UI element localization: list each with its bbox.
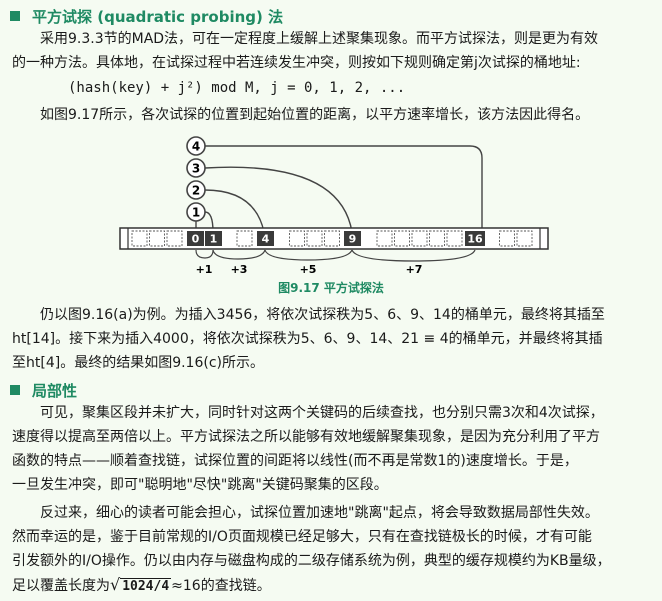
bucket-label: 0 — [192, 233, 200, 246]
paragraph-line: ht[14]。接下来为插入4000，将依次试探秩为5、6、9、14、21 ≡ 4… — [12, 331, 603, 347]
paragraph-line-last: 足以覆盖长度为√ 1024/4 ≈16的查找链。 — [12, 574, 658, 598]
increment-brace-1 — [195, 249, 214, 259]
quadratic-probing-figure: 4 3 2 1 0 1 4 9 16 +1 +3 +5 +7 — [119, 136, 549, 276]
paragraph-line: 仍以图9.16(a)为例。为插入3456，将依次试探秩为5、6、9、14的桶单元… — [40, 307, 605, 323]
paragraph-line: 如图9.17所示，各次试探的位置到起始位置的距离，以平方速率增长，该方法因此得名… — [40, 107, 590, 123]
bucket-cell-16: 16 — [465, 231, 485, 246]
square-bullet-icon — [10, 385, 20, 395]
paragraph-line: 然而幸运的是，鉴于目前常规的I/O页面规模已经足够大，只有在查找链极长的时候，才… — [12, 529, 592, 545]
probe-circle-label: 3 — [192, 162, 200, 176]
paragraph-line: 的一种方法。具体地，在试探过程中若连续发生冲突，则按如下规则确定第j次试探的桶地… — [12, 55, 581, 71]
increment-label: +3 — [231, 263, 248, 276]
bucket-label: 1 — [210, 233, 218, 246]
probe-circle-label: 2 — [192, 184, 200, 198]
figure-caption: 图9.17 平方试探法 — [278, 281, 384, 295]
bucket-label: 9 — [349, 233, 357, 246]
square-bullet-icon — [10, 11, 20, 21]
paragraph-line: 引发额外的I/O操作。仍以由内存与磁盘构成的二级存储系统为例，典型的缓存规模约为… — [12, 553, 611, 569]
probe-formula: (hash(key) + j²) mod M, j = 0, 1, 2, ... — [68, 80, 406, 96]
paragraph-line: 速度得以提高至两倍以上。平方试探法之所以能够有效地缓解聚集现象，是因为充分利用了… — [12, 429, 600, 445]
increment-label: +7 — [406, 263, 423, 276]
arc-probe-4 — [205, 145, 483, 232]
sqrt-expression: 1024/4 — [120, 578, 172, 594]
text-prefix: 足以覆盖长度为 — [12, 578, 110, 594]
probe-circle-4: 4 — [186, 136, 206, 156]
bucket-cell-1: 1 — [205, 231, 222, 246]
paragraph-line: 可见，聚集区段并未扩大，同时针对这两个关键码的后续查找，也分别只需3次和4次试探… — [40, 405, 604, 421]
arc-probe-3 — [204, 166, 353, 233]
bucket-label: 16 — [467, 233, 483, 246]
heading-text: 局部性 — [32, 382, 78, 400]
bucket-label: 4 — [262, 233, 270, 246]
bucket-cell-0: 0 — [187, 231, 204, 246]
paragraph-line: 采用9.3.3节的MAD法，可在一定程度上缓解上述聚集现象。而平方试探法，则是更… — [40, 31, 599, 47]
arc-probe-2 — [204, 189, 265, 233]
paragraph-line: 函数的特点——顺着查找链，试探位置的间距将以线性(而不再是常数1的)速度增长。于… — [12, 453, 578, 469]
section-heading-locality: 局部性 — [10, 380, 77, 401]
increment-brace-7 — [351, 249, 476, 262]
probe-circle-3: 3 — [186, 158, 206, 178]
increment-brace-5 — [264, 249, 353, 261]
paragraph-line: 反过来，细心的读者可能会担心，试探位置加速地"跳离"起点，将会导致数据局部性失效… — [40, 505, 599, 521]
text-suffix: ≈16的查找链。 — [171, 578, 271, 594]
increment-brace-3 — [212, 249, 266, 260]
increment-label: +5 — [300, 263, 317, 276]
section-heading-quadratic-probing: 平方试探 (quadratic probing) 法 — [10, 6, 283, 27]
bucket-cell-9: 9 — [344, 231, 361, 246]
paragraph-line: 一旦发生冲突，即可"聪明地"尽快"跳离"关键码聚集的区段。 — [12, 477, 388, 493]
bucket-cell-4: 4 — [257, 231, 274, 246]
probe-circle-1: 1 — [186, 202, 206, 222]
increment-label: +1 — [196, 263, 213, 276]
probe-circle-label: 4 — [192, 140, 200, 154]
paragraph-line: 至ht[4]。最终的结果如图9.16(c)所示。 — [12, 355, 264, 371]
heading-text: 平方试探 (quadratic probing) 法 — [32, 8, 284, 26]
probe-circle-label: 1 — [192, 206, 200, 220]
sqrt-radical: √ — [110, 575, 121, 594]
probe-circle-2: 2 — [186, 180, 206, 200]
